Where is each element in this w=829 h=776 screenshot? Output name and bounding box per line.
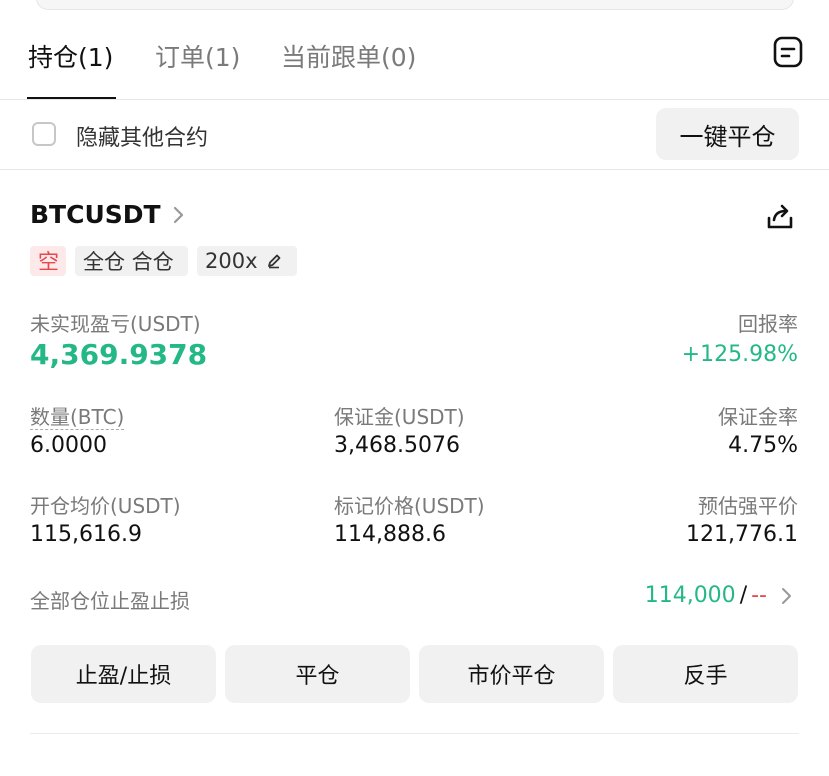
roe-label: 回报率 (738, 312, 798, 336)
chevron-right-icon[interactable] (172, 205, 186, 225)
tab-copy-trading[interactable]: 当前跟单(0) (281, 38, 416, 74)
document-icon[interactable] (772, 36, 804, 68)
hide-other-checkbox[interactable] (32, 122, 56, 146)
entry-price-label: 开仓均价(USDT) (30, 494, 181, 518)
search-bar-remnant[interactable] (36, 0, 794, 10)
liq-price-value: 121,776.1 (686, 522, 798, 547)
mark-price-label: 标记价格(USDT) (334, 494, 485, 518)
divider (0, 99, 829, 100)
market-close-button[interactable]: 市价平仓 (419, 645, 604, 703)
leverage-value: 200x (205, 249, 258, 273)
leverage-tag[interactable]: 200x (197, 246, 297, 276)
roe-value: +125.98% (681, 342, 798, 367)
mark-price-value: 114,888.6 (334, 522, 446, 547)
entry-price-value: 115,616.9 (30, 522, 142, 547)
symbol-title[interactable]: BTCUSDT (30, 200, 161, 229)
reverse-button[interactable]: 反手 (613, 645, 798, 703)
divider (30, 733, 799, 734)
stop-loss-value: -- (751, 583, 767, 608)
edit-icon (266, 253, 282, 269)
unrealized-pnl-value: 4,369.9378 (30, 338, 208, 371)
hide-other-label: 隐藏其他合约 (76, 126, 209, 151)
tpsl-separator: / (739, 583, 748, 608)
quantity-value: 6.0000 (30, 433, 107, 458)
unrealized-pnl-label: 未实现盈亏(USDT) (30, 312, 201, 336)
share-icon[interactable] (764, 202, 796, 234)
tab-positions[interactable]: 持仓(1) (28, 38, 113, 74)
chevron-right-icon (781, 586, 793, 606)
quantity-label: 数量(BTC) (30, 405, 125, 430)
close-all-button[interactable]: 一键平仓 (656, 108, 799, 160)
margin-mode-tag: 全仓 合仓 (75, 246, 188, 276)
tpsl-label: 全部仓位止盈止损 (30, 589, 190, 613)
take-profit-value: 114,000 (644, 583, 736, 608)
margin-label: 保证金(USDT) (334, 405, 465, 429)
tab-orders[interactable]: 订单(1) (155, 38, 240, 74)
side-tag: 空 (30, 246, 66, 276)
tpsl-button[interactable]: 止盈/止损 (31, 645, 216, 703)
close-position-button[interactable]: 平仓 (225, 645, 410, 703)
divider (0, 169, 829, 170)
tpsl-values[interactable]: 114,000 / -- (645, 583, 793, 608)
margin-ratio-label: 保证金率 (718, 405, 798, 429)
symbol-name: BTCUSDT (30, 200, 161, 229)
margin-ratio-value: 4.75% (728, 433, 798, 458)
liq-price-label: 预估强平价 (698, 494, 798, 518)
margin-value: 3,468.5076 (334, 433, 460, 458)
